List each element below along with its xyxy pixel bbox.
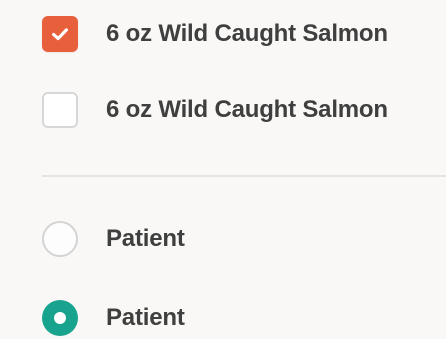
checkbox-container[interactable] <box>40 14 80 54</box>
radio-selected-icon[interactable] <box>42 300 78 336</box>
salmon-option-checked[interactable]: 6 oz Wild Caught Salmon <box>0 13 446 55</box>
checkbox-container[interactable] <box>40 90 80 130</box>
selection-options-panel: 6 oz Wild Caught Salmon 6 oz Wild Caught… <box>0 0 446 336</box>
patient-option-unselected[interactable]: Patient <box>0 218 446 260</box>
checkbox-unchecked[interactable] <box>42 92 78 128</box>
radio-container[interactable] <box>40 298 80 338</box>
radio-unselected[interactable] <box>42 221 78 257</box>
salmon-option-unchecked[interactable]: 6 oz Wild Caught Salmon <box>0 89 446 131</box>
radio-dot <box>54 312 66 324</box>
option-label: Patient <box>106 225 185 252</box>
section-divider <box>42 175 446 177</box>
patient-option-selected[interactable]: Patient <box>0 297 446 339</box>
option-label: 6 oz Wild Caught Salmon <box>106 20 388 47</box>
checkmark-icon <box>52 28 68 41</box>
radio-container[interactable] <box>40 219 80 259</box>
option-label: 6 oz Wild Caught Salmon <box>106 96 388 123</box>
checkbox-checked[interactable] <box>42 16 78 52</box>
option-label: Patient <box>106 304 185 331</box>
